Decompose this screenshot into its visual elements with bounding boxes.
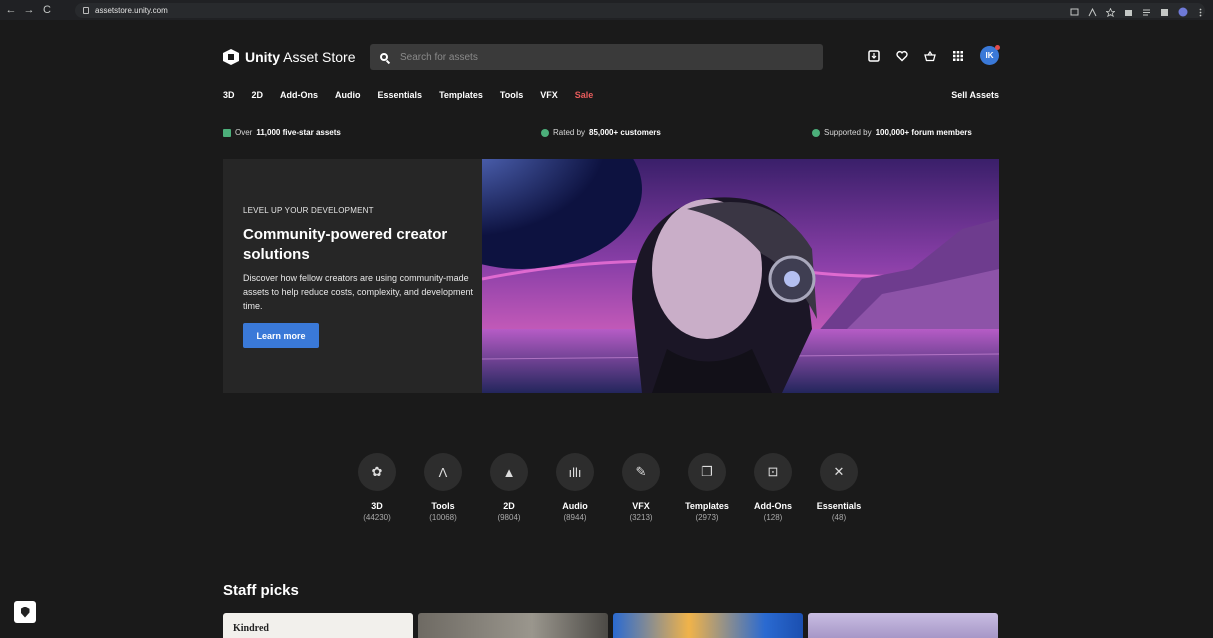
nav-item-3d[interactable]: 3D bbox=[223, 90, 235, 100]
category-tools[interactable]: Λ Tools (10068) bbox=[410, 453, 476, 522]
unity-logo[interactable]: Unity Asset Store bbox=[223, 49, 355, 65]
browser-toolbar: ← → C assetstore.unity.com bbox=[0, 0, 1213, 20]
grid-icon[interactable] bbox=[952, 50, 964, 62]
download-icon[interactable] bbox=[868, 49, 880, 62]
category-3d[interactable]: ✿ 3D (44230) bbox=[344, 453, 410, 522]
back-icon[interactable]: ← bbox=[4, 3, 18, 17]
staff-picks-heading: Staff picks bbox=[223, 582, 299, 599]
address-bar[interactable]: assetstore.unity.com bbox=[75, 3, 1205, 18]
basket-icon[interactable] bbox=[924, 50, 936, 62]
avatar[interactable]: IK bbox=[980, 45, 1000, 65]
hero-title: Community-powered creator solutions bbox=[243, 226, 448, 263]
mountain-icon: ▲ bbox=[490, 453, 528, 491]
lock-icon bbox=[83, 7, 89, 14]
search-input[interactable] bbox=[400, 51, 800, 63]
category-count: (8944) bbox=[563, 513, 587, 522]
staff-pick-card[interactable]: Kindred bbox=[223, 613, 413, 638]
category-name: 2D bbox=[503, 501, 515, 511]
profile-icon[interactable] bbox=[1178, 4, 1188, 17]
category-templates[interactable]: ❐ Templates (2973) bbox=[674, 453, 740, 522]
category-name: Tools bbox=[431, 501, 455, 511]
trust-item-customers: Rated by 85,000+ customers bbox=[541, 128, 661, 137]
category-name: 3D bbox=[371, 501, 383, 511]
more-icon[interactable] bbox=[1196, 4, 1205, 17]
nav-item-templates[interactable]: Templates bbox=[439, 90, 483, 100]
hero-banner: LEVEL UP YOUR DEVELOPMENT Community-powe… bbox=[223, 159, 999, 393]
extensions-icon[interactable] bbox=[1124, 4, 1133, 16]
shield-icon bbox=[20, 606, 30, 618]
nav-item-2d[interactable]: 2D bbox=[252, 90, 264, 100]
side-panel-icon[interactable] bbox=[1160, 4, 1169, 16]
thumbs-up-icon bbox=[223, 128, 231, 137]
category-count: (9804) bbox=[497, 513, 521, 522]
category-name: VFX bbox=[632, 501, 650, 511]
sell-assets-link[interactable]: Sell Assets bbox=[951, 90, 999, 100]
nav-item-audio[interactable]: Audio bbox=[335, 90, 361, 100]
nav-item-essentials[interactable]: Essentials bbox=[378, 90, 423, 100]
category-count: (10068) bbox=[429, 513, 457, 522]
staff-picks-row: Kindred bbox=[223, 613, 998, 638]
share-icon[interactable] bbox=[1088, 4, 1097, 17]
category-name: Essentials bbox=[816, 501, 862, 511]
category-essentials[interactable]: ✕ Essentials (48) bbox=[806, 453, 872, 522]
check-circle-icon bbox=[541, 128, 549, 137]
staff-pick-card[interactable] bbox=[808, 613, 998, 638]
category-name: Templates bbox=[685, 501, 729, 511]
category-count: (44230) bbox=[363, 513, 391, 522]
staff-pick-card[interactable] bbox=[613, 613, 803, 638]
category-2d[interactable]: ▲ 2D (9804) bbox=[476, 453, 542, 522]
nav-item-add-ons[interactable]: Add-Ons bbox=[280, 90, 318, 100]
reading-list-icon[interactable] bbox=[1142, 4, 1151, 16]
unity-cube-icon bbox=[223, 49, 239, 65]
category-icons: ✿ 3D (44230) Λ Tools (10068) ▲ 2D (9804)… bbox=[344, 453, 872, 522]
waveform-icon: ıllı bbox=[556, 453, 594, 491]
template-icon: ❐ bbox=[688, 453, 726, 491]
category-count: (48) bbox=[831, 513, 847, 522]
category-count: (3213) bbox=[629, 513, 653, 522]
logo-text: Unity Asset Store bbox=[245, 49, 356, 65]
privacy-shield-button[interactable] bbox=[14, 601, 36, 623]
header-actions: IK bbox=[868, 45, 1000, 65]
learn-more-button[interactable]: Learn more bbox=[243, 323, 319, 348]
compass-icon: Λ bbox=[424, 453, 462, 491]
card-title: Kindred bbox=[233, 623, 269, 634]
asset-store-page: Unity Asset Store IK 3D 2D Add-Ons Audio… bbox=[0, 20, 1213, 638]
trust-item-forum: Supported by 100,000+ forum members bbox=[812, 128, 972, 137]
check-circle-icon bbox=[812, 128, 820, 137]
forward-icon[interactable]: → bbox=[22, 3, 36, 17]
reload-icon[interactable]: C bbox=[40, 3, 54, 17]
category-count: (128) bbox=[763, 513, 783, 522]
hero-image[interactable] bbox=[482, 159, 999, 393]
hero-eyebrow: LEVEL UP YOUR DEVELOPMENT bbox=[243, 206, 374, 215]
search-icon bbox=[380, 53, 388, 61]
category-audio[interactable]: ıllı Audio (8944) bbox=[542, 453, 608, 522]
brush-icon: ✎ bbox=[622, 453, 660, 491]
url-text: assetstore.unity.com bbox=[95, 6, 168, 15]
category-name: Audio bbox=[562, 501, 588, 511]
site-header: Unity Asset Store IK bbox=[223, 44, 1000, 70]
tools-cross-icon: ✕ bbox=[820, 453, 858, 491]
category-add-ons[interactable]: ⊡ Add-Ons (128) bbox=[740, 453, 806, 522]
addon-folder-icon: ⊡ bbox=[754, 453, 792, 491]
category-vfx[interactable]: ✎ VFX (3213) bbox=[608, 453, 674, 522]
nav-item-tools[interactable]: Tools bbox=[500, 90, 523, 100]
cube-flower-icon: ✿ bbox=[358, 453, 396, 491]
browser-extensions bbox=[1070, 4, 1205, 18]
category-count: (2973) bbox=[695, 513, 719, 522]
hero-text-block: LEVEL UP YOUR DEVELOPMENT Community-powe… bbox=[243, 206, 473, 348]
bookmark-star-icon[interactable] bbox=[1105, 4, 1116, 18]
staff-pick-card[interactable] bbox=[418, 613, 608, 638]
nav-item-vfx[interactable]: VFX bbox=[540, 90, 558, 100]
nav-item-sale[interactable]: Sale bbox=[575, 90, 594, 100]
trust-item-assets: Over 11,000 five-star assets bbox=[223, 128, 341, 137]
hero-body: Discover how fellow creators are using c… bbox=[243, 273, 473, 311]
category-nav: 3D 2D Add-Ons Audio Essentials Templates… bbox=[223, 90, 999, 100]
search-bar[interactable] bbox=[370, 44, 823, 70]
heart-icon[interactable] bbox=[896, 50, 908, 62]
category-name: Add-Ons bbox=[754, 501, 792, 511]
trust-bar: Over 11,000 five-star assets Rated by 85… bbox=[223, 128, 999, 140]
cast-icon[interactable] bbox=[1070, 4, 1079, 16]
